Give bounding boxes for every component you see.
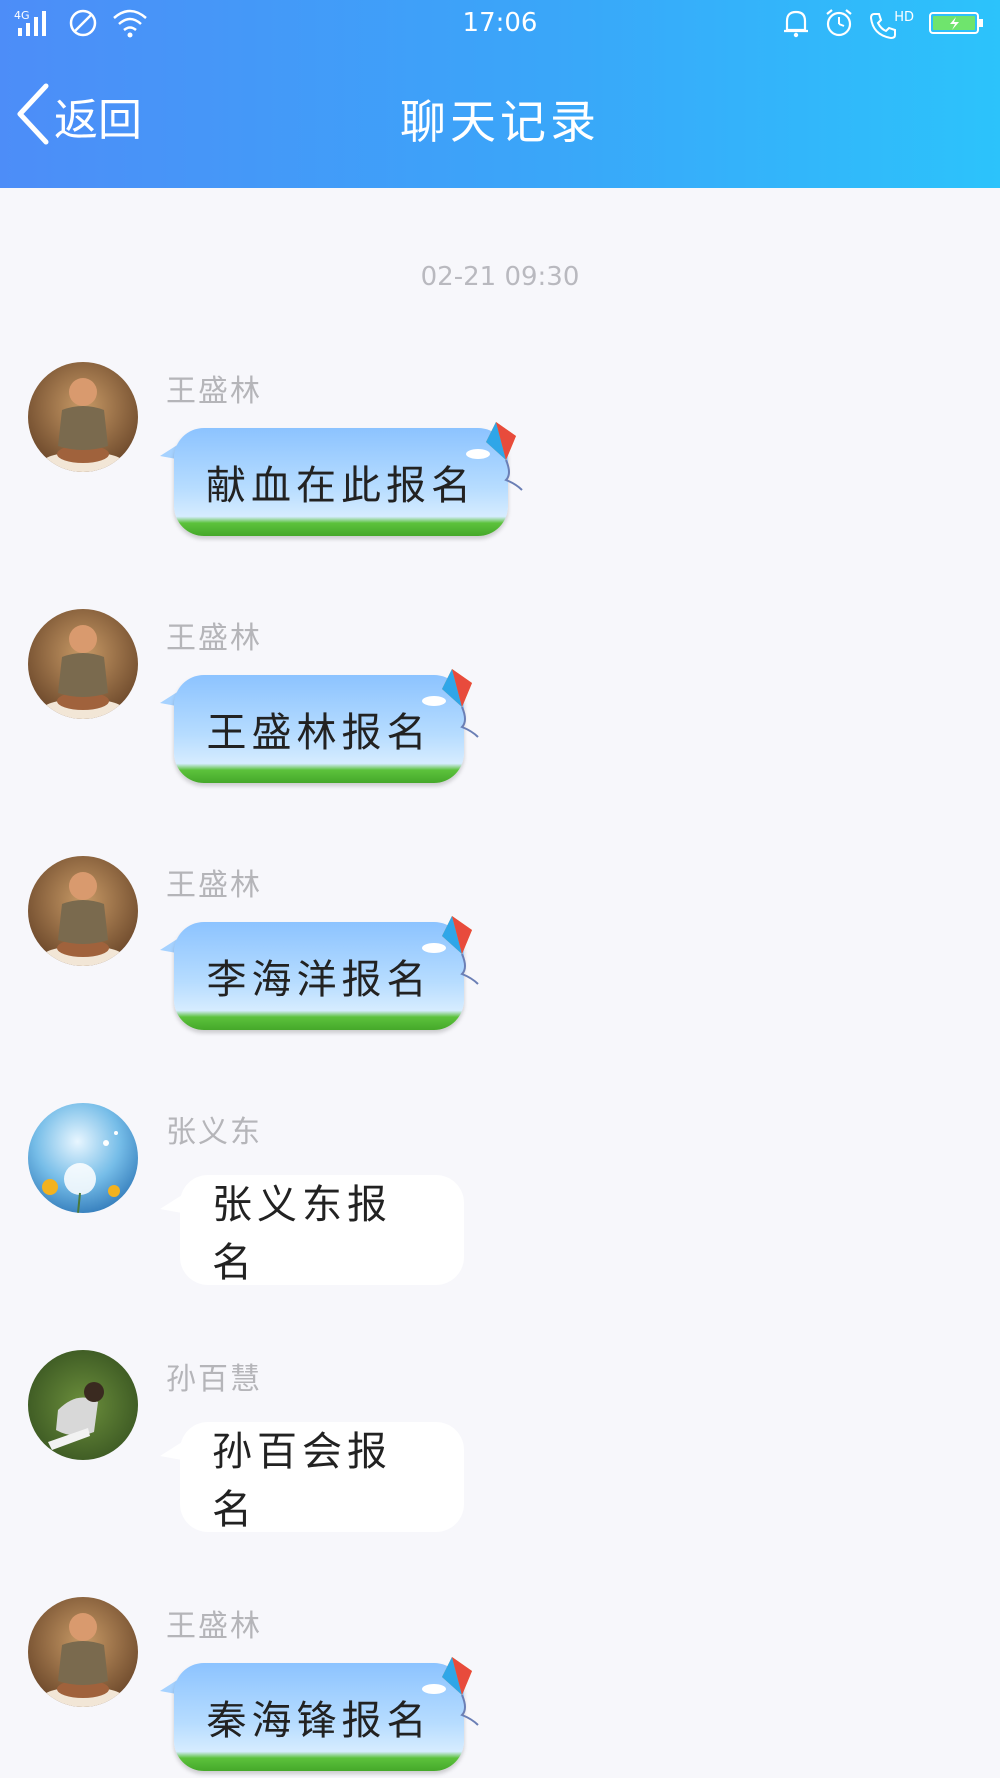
message-bubble[interactable]: 李海洋报名 — [174, 922, 464, 1030]
hd-call-icon: HD — [868, 10, 914, 40]
sender-name: 张义东 — [166, 1115, 262, 1150]
message-text: 王盛林报名 — [206, 710, 432, 756]
sender-name: 王盛林 — [166, 374, 262, 409]
message-text: 张义东报名 — [212, 1182, 392, 1286]
avatar[interactable] — [28, 1350, 138, 1460]
bubble-tail — [160, 1442, 182, 1460]
message-text: 秦海锋报名 — [206, 1698, 432, 1744]
message-item: 张义东 张义东报名 — [0, 1103, 1000, 1303]
avatar[interactable] — [28, 1597, 138, 1707]
sender-name: 王盛林 — [166, 868, 262, 903]
kite-icon — [466, 420, 530, 496]
avatar[interactable] — [28, 1103, 138, 1213]
chat-timestamp: 02-21 09:30 — [420, 262, 580, 292]
sender-name: 王盛林 — [166, 1609, 262, 1644]
message-item: 王盛林 王盛林报名 — [0, 609, 1000, 809]
message-bubble[interactable]: 王盛林报名 — [174, 675, 464, 783]
message-text: 献血在此报名 — [206, 463, 476, 509]
message-item: 王盛林 李海洋报名 — [0, 856, 1000, 1056]
message-text: 李海洋报名 — [206, 957, 432, 1003]
status-right: HD — [782, 8, 986, 42]
title-bar: 返回 聊天记录 — [0, 50, 1000, 188]
app-header: 4G 17:06 HD 返回 聊天记录 — [0, 0, 1000, 188]
battery-charging-icon — [928, 8, 986, 42]
kite-icon — [422, 667, 486, 743]
message-bubble[interactable]: 献血在此报名 — [174, 428, 508, 536]
avatar[interactable] — [28, 362, 138, 472]
notification-bell-icon — [782, 8, 810, 42]
message-text: 孙百会报名 — [212, 1429, 392, 1533]
avatar[interactable] — [28, 609, 138, 719]
alarm-clock-icon — [824, 8, 854, 42]
kite-icon — [422, 914, 486, 990]
page-title: 聊天记录 — [400, 95, 600, 149]
message-bubble[interactable]: 孙百会报名 — [180, 1422, 464, 1533]
kite-icon — [422, 1655, 486, 1731]
message-item: 孙百慧 孙百会报名 — [0, 1350, 1000, 1550]
status-bar: 4G 17:06 HD — [0, 0, 1000, 50]
bubble-tail — [160, 1195, 182, 1213]
message-bubble[interactable]: 秦海锋报名 — [174, 1663, 464, 1771]
hd-label: HD — [894, 10, 914, 25]
message-item: 王盛林 献血在此报名 — [0, 362, 1000, 562]
sender-name: 王盛林 — [166, 621, 262, 656]
avatar[interactable] — [28, 856, 138, 966]
sender-name: 孙百慧 — [166, 1362, 262, 1397]
message-bubble[interactable]: 张义东报名 — [180, 1175, 464, 1286]
message-item: 王盛林 秦海锋报名 — [0, 1597, 1000, 1778]
